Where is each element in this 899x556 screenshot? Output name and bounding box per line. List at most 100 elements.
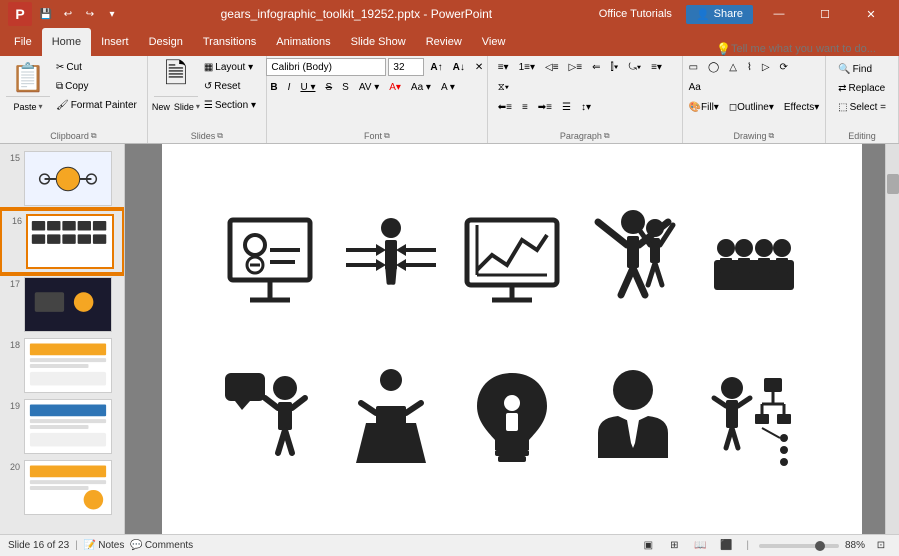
shape2[interactable]: ◯ xyxy=(704,58,723,76)
numbering-btn[interactable]: 1≡▾ xyxy=(515,58,539,76)
normal-view-btn[interactable]: ▣ xyxy=(638,537,658,555)
slide-item-16[interactable]: 16 xyxy=(0,209,124,274)
slide-item-15[interactable]: 15 xyxy=(0,148,124,209)
tab-home[interactable]: Home xyxy=(42,28,91,56)
maximize-btn[interactable]: ☐ xyxy=(805,0,845,28)
fit-slide-btn[interactable]: ⊡ xyxy=(871,537,891,555)
rtl-btn[interactable]: ⇐ xyxy=(588,58,604,76)
font-name-input[interactable]: Calibri (Body) xyxy=(266,58,386,76)
save-btn[interactable]: 💾 xyxy=(36,4,56,24)
font-color-btn[interactable]: A▾ xyxy=(385,78,405,96)
increase-indent-btn[interactable]: ▷≡ xyxy=(565,58,587,76)
tab-file[interactable]: File xyxy=(4,28,42,56)
canvas-area[interactable] xyxy=(125,144,899,534)
share-btn[interactable]: 👤 Share xyxy=(686,5,753,24)
shadow-btn[interactable]: S xyxy=(338,78,353,96)
tab-review[interactable]: Review xyxy=(416,28,472,56)
increase-font-btn[interactable]: A↑ xyxy=(426,58,446,76)
paste-dropdown[interactable]: Paste▾ xyxy=(6,96,50,116)
zoom-thumb[interactable] xyxy=(815,541,825,551)
canvas-scrollbar-v[interactable] xyxy=(885,144,899,534)
italic-btn[interactable]: I xyxy=(284,78,295,96)
bullets-btn[interactable]: ≡▾ xyxy=(494,58,513,76)
tell-me-input[interactable] xyxy=(731,43,891,55)
scrollbar-thumb-v[interactable] xyxy=(887,174,899,194)
section-btn[interactable]: ☰Section ▾ xyxy=(200,96,260,114)
clipboard-expand-icon[interactable]: ⧉ xyxy=(91,131,97,141)
office-tutorials-btn[interactable]: Office Tutorials xyxy=(591,5,680,23)
font-size-input[interactable]: 32 xyxy=(388,58,424,76)
char-spacing-btn[interactable]: AV ▾ xyxy=(355,78,383,96)
quick-styles-btn[interactable]: Aa xyxy=(685,78,705,96)
zoom-slider[interactable] xyxy=(759,544,839,548)
ribbon-tabs: File Home Insert Design Transitions Anim… xyxy=(0,28,899,56)
tab-slideshow[interactable]: Slide Show xyxy=(341,28,416,56)
reading-view-btn[interactable]: 📖 xyxy=(690,537,710,555)
smartart-btn[interactable]: ⧖▾ xyxy=(494,78,513,96)
clear-format-btn[interactable]: ✕ xyxy=(471,58,487,76)
drawing-expand-icon[interactable]: ⧉ xyxy=(769,131,775,141)
slideshow-btn[interactable]: ⬛ xyxy=(716,537,736,555)
slides-expand-icon[interactable]: ⧉ xyxy=(217,131,223,141)
strikethrough-btn[interactable]: S xyxy=(321,78,336,96)
tab-view[interactable]: View xyxy=(472,28,516,56)
minimize-btn[interactable]: — xyxy=(759,0,799,28)
tab-transitions[interactable]: Transitions xyxy=(193,28,266,56)
tab-design[interactable]: Design xyxy=(139,28,193,56)
window-title: gears_infographic_toolkit_19252.pptx - P… xyxy=(122,7,591,21)
arrange-btn[interactable]: ⟳ xyxy=(776,58,792,76)
paste-btn[interactable]: 📋 xyxy=(6,58,50,96)
line-spacing-btn[interactable]: ↕▾ xyxy=(577,98,595,116)
decrease-font-btn[interactable]: A↓ xyxy=(449,58,469,76)
close-btn[interactable]: ✕ xyxy=(851,0,891,28)
shape-outline-btn[interactable]: ◻Outline▾ xyxy=(725,98,778,116)
shape4[interactable]: ⌇ xyxy=(743,58,756,76)
font-expand-icon[interactable]: ⧉ xyxy=(384,131,390,141)
paragraph-expand-icon[interactable]: ⧉ xyxy=(604,131,610,141)
font-color2-btn[interactable]: A ▾ xyxy=(437,78,459,96)
justify-btn[interactable]: ☰ xyxy=(558,98,575,116)
text-direction-btn[interactable]: ⤿▾ xyxy=(625,58,646,76)
align-left-btn[interactable]: ⬅≡ xyxy=(494,98,516,116)
shape-effects-btn[interactable]: Effects▾ xyxy=(780,98,823,116)
align-center-btn[interactable]: ≡ xyxy=(518,98,532,116)
select-btn[interactable]: ⬚Select = xyxy=(834,98,890,116)
layout-btn[interactable]: ▦Layout ▾ xyxy=(200,58,260,76)
shape-fill-btn[interactable]: 🎨Fill▾ xyxy=(685,98,723,116)
slide-item-19[interactable]: 19 xyxy=(0,396,124,457)
more-btn[interactable]: ▾ xyxy=(102,4,122,24)
copy-btn[interactable]: ⧉Copy xyxy=(52,77,141,95)
decrease-indent-btn[interactable]: ◁≡ xyxy=(541,58,563,76)
redo-btn[interactable]: ↪ xyxy=(80,4,100,24)
undo-btn[interactable]: ↩ xyxy=(58,4,78,24)
shape1[interactable]: ▭ xyxy=(685,58,702,76)
slide-sorter-btn[interactable]: ⊞ xyxy=(664,537,684,555)
slide-item-18[interactable]: 18 xyxy=(0,335,124,396)
find-btn[interactable]: 🔍Find xyxy=(834,60,890,78)
slide-item-17[interactable]: 17 xyxy=(0,274,124,335)
align-text-btn[interactable]: ≡▾ xyxy=(647,58,666,76)
comments-btn[interactable]: 💬 Comments xyxy=(130,540,193,551)
replace-btn[interactable]: ⇄Replace xyxy=(834,79,890,97)
tab-insert[interactable]: Insert xyxy=(91,28,139,56)
slide-panel-scroll[interactable]: 15 16 xyxy=(0,148,124,530)
icon-grid xyxy=(182,164,842,514)
columns-btn[interactable]: ⫿▾ xyxy=(606,58,622,76)
change-case-btn[interactable]: Aa ▾ xyxy=(407,78,435,96)
format-painter-btn[interactable]: 🖌Format Painter xyxy=(52,96,141,114)
underline-btn[interactable]: U ▾ xyxy=(296,78,319,96)
tell-me-icon: 💡 xyxy=(716,42,731,56)
bold-btn[interactable]: B xyxy=(266,78,281,96)
align-right-btn[interactable]: ➡≡ xyxy=(534,98,556,116)
slide-item-20[interactable]: 20 xyxy=(0,457,124,518)
replace-icon: ⇄ xyxy=(838,83,846,94)
new-slide-top[interactable]: 🗎 xyxy=(154,58,198,96)
tab-animations[interactable]: Animations xyxy=(266,28,340,56)
slide-number-16: 16 xyxy=(6,216,22,226)
shape3[interactable]: △ xyxy=(725,58,741,76)
new-slide-dropdown[interactable]: New Slide ▾ xyxy=(154,96,198,116)
notes-btn[interactable]: 📝 Notes xyxy=(84,540,125,551)
shape5[interactable]: ▷ xyxy=(758,58,774,76)
cut-btn[interactable]: ✂Cut xyxy=(52,58,141,76)
reset-btn[interactable]: ↺Reset xyxy=(200,77,260,95)
